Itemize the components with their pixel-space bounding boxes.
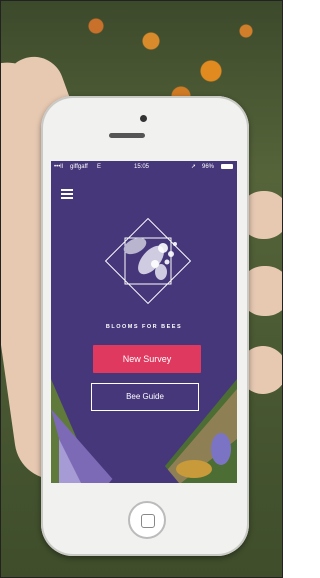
battery-icon <box>221 164 233 169</box>
home-button <box>128 501 166 539</box>
bee-guide-button[interactable]: Bee Guide <box>91 383 199 411</box>
carrier-name: giffgaff <box>70 164 88 170</box>
menu-icon[interactable] <box>61 189 73 199</box>
earpiece-speaker <box>109 133 145 138</box>
clock: 15:05 <box>134 164 150 170</box>
status-bar: •••ll giffgaff E 15:05 ➚ 96% <box>51 161 237 173</box>
photo-frame: •••ll giffgaff E 15:05 ➚ 96% BLOOMS FOR … <box>0 0 283 578</box>
battery-percent: 96% <box>202 164 215 170</box>
signal-icon: •••ll <box>54 164 63 170</box>
bee-silhouette <box>123 237 167 280</box>
front-camera-icon <box>140 115 147 122</box>
brand-wordmark: BLOOMS FOR BEES <box>105 324 183 330</box>
network-type: E <box>97 164 102 170</box>
app-screen: •••ll giffgaff E 15:05 ➚ 96% BLOOMS FOR … <box>51 161 237 483</box>
location-arrow-icon: ➚ <box>191 164 197 170</box>
new-survey-button[interactable]: New Survey <box>93 345 201 373</box>
bee-flower-logo <box>104 217 192 305</box>
